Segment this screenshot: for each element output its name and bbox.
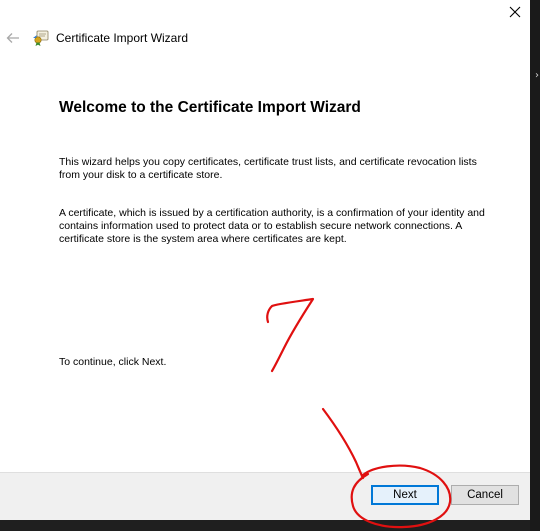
page-heading: Welcome to the Certificate Import Wizard [59, 99, 361, 116]
continue-instruction: To continue, click Next. [59, 356, 167, 368]
back-arrow-icon [6, 33, 19, 43]
window-title: Certificate Import Wizard [56, 31, 189, 45]
wizard-window: Certificate Import Wizard Welcome to the… [0, 0, 530, 520]
wizard-header: Certificate Import Wizard [0, 24, 530, 54]
cancel-button[interactable]: Cancel [451, 485, 519, 505]
background-window-edge: › [530, 0, 540, 531]
chevron-right-icon: › [535, 70, 539, 81]
button-bar: Next Cancel [0, 472, 530, 520]
intro-paragraph: This wizard helps you copy certificates,… [59, 156, 477, 181]
close-button[interactable] [500, 0, 530, 24]
certificate-description-paragraph: A certificate, which is issued by a cert… [59, 207, 485, 245]
certificate-icon [33, 30, 49, 46]
back-button[interactable] [4, 29, 22, 47]
close-icon [509, 6, 521, 18]
next-button[interactable]: Next [371, 485, 439, 505]
